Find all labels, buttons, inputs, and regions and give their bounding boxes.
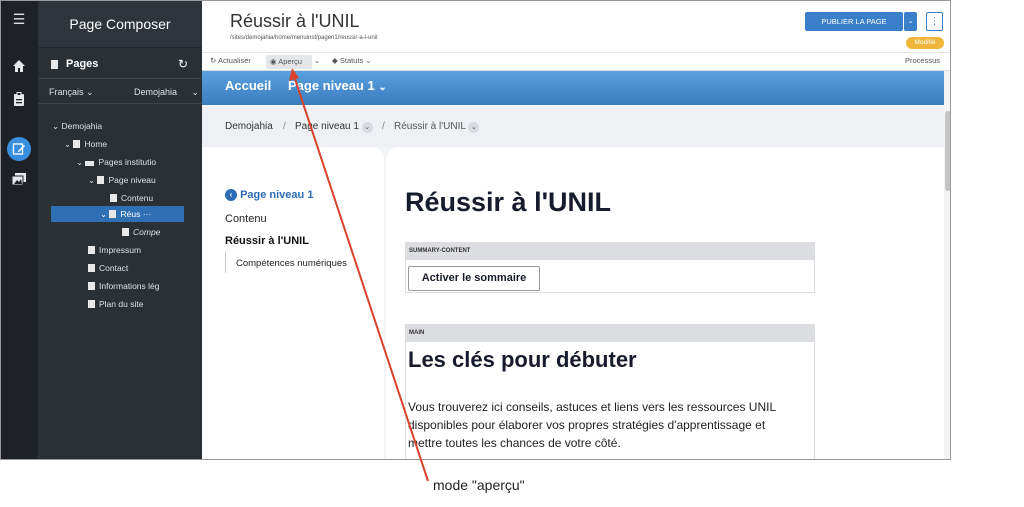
annotation-arrow <box>289 68 429 482</box>
arrow-line <box>293 75 429 482</box>
arrow-head <box>289 68 299 81</box>
annotation-caption: mode "aperçu" <box>433 477 525 493</box>
